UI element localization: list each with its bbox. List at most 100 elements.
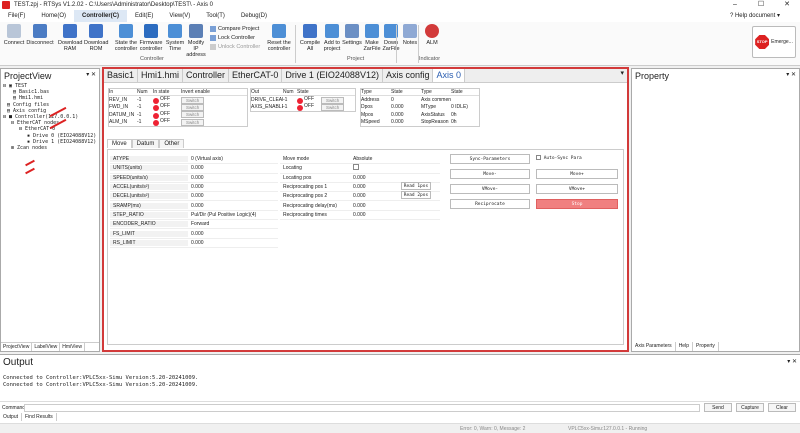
- switch-button[interactable]: Switch: [181, 96, 205, 104]
- read-2pos-button[interactable]: Read 2pos: [401, 191, 431, 199]
- menu-debug[interactable]: Debug(D): [233, 10, 275, 22]
- tab-property[interactable]: Property: [692, 342, 719, 351]
- tab-axis-parameters[interactable]: Axis Parameters: [632, 342, 676, 351]
- panel-pin-icon[interactable]: ▾ ✕: [787, 358, 797, 365]
- io-num[interactable]: -1: [283, 97, 297, 103]
- modify-ip-button[interactable]: Modify IP address: [185, 24, 207, 58]
- vmove-plus-button[interactable]: VMove+: [536, 184, 618, 194]
- command-label: Command:: [2, 405, 27, 411]
- system-time-button[interactable]: System Time: [163, 24, 187, 52]
- tab-labelview[interactable]: LabelView: [32, 343, 61, 351]
- auto-sync-checkbox[interactable]: Auto-Sync Para: [536, 155, 582, 161]
- move-mode-select[interactable]: Absolute: [350, 156, 372, 162]
- switch-button[interactable]: Switch: [181, 118, 205, 126]
- disconnect-button[interactable]: Disconnect: [26, 24, 54, 46]
- state-controller-button[interactable]: State the controller: [114, 24, 138, 52]
- tab-move[interactable]: Move: [107, 139, 132, 148]
- move-field-value[interactable]: 0.000: [350, 184, 366, 190]
- menu-home[interactable]: Home(O): [33, 10, 74, 22]
- move-minus-button[interactable]: Move-: [450, 169, 530, 179]
- read-1pos-button[interactable]: Read 1pos: [401, 182, 431, 190]
- move-plus-button[interactable]: Move+: [536, 169, 618, 179]
- tab-ethercat-0[interactable]: EtherCAT-0: [229, 69, 283, 82]
- tree-item-zcan-nodes[interactable]: ⊞ Zcan nodes: [3, 145, 96, 151]
- menu-controller[interactable]: Controller(C): [74, 10, 128, 22]
- param-value[interactable]: 0.000: [188, 193, 204, 199]
- maximize-icon[interactable]: ☐: [748, 0, 774, 10]
- locating-checkbox[interactable]: [350, 164, 359, 172]
- tab-controller[interactable]: Controller: [183, 69, 230, 82]
- firmware-button[interactable]: Firmware controller: [139, 24, 163, 52]
- chip-icon: [144, 24, 158, 38]
- tab-other[interactable]: Other: [159, 139, 185, 148]
- move-field-value[interactable]: 0.000: [350, 175, 366, 181]
- panel-pin-icon[interactable]: ▾ ✕: [86, 71, 96, 78]
- param-value[interactable]: 0.000: [188, 175, 204, 181]
- tab-datum[interactable]: Datum: [131, 139, 160, 148]
- compare-icon: [210, 26, 216, 32]
- menu-tool[interactable]: Tool(T): [198, 10, 233, 22]
- download-ram-button[interactable]: Download RAM: [58, 24, 82, 52]
- ram-icon: [63, 24, 77, 38]
- tab-drive-1[interactable]: Drive 1 (EIO24088V12): [282, 69, 383, 82]
- send-button[interactable]: Send: [704, 403, 732, 412]
- switch-button[interactable]: Switch: [321, 103, 345, 111]
- group-project-label: Project: [347, 56, 365, 62]
- io-num[interactable]: -1: [137, 112, 153, 118]
- tab-hmiview[interactable]: HmiView: [60, 343, 85, 351]
- compare-project-button[interactable]: Compare Project: [210, 26, 259, 32]
- stop-button[interactable]: Stop: [536, 199, 618, 209]
- move-field-value[interactable]: 0.000: [350, 203, 366, 209]
- menu-file[interactable]: File(F): [0, 10, 33, 22]
- compile-all-button[interactable]: Compile All: [298, 24, 322, 52]
- param-value[interactable]: 0.000: [188, 184, 204, 190]
- menu-edit[interactable]: Edit(E): [127, 10, 161, 22]
- connect-button[interactable]: Connect: [2, 24, 26, 46]
- emergency-stop-button[interactable]: STOP Emerge...: [752, 26, 796, 58]
- io-name: AXIS_ENABLE: [251, 104, 283, 111]
- minimize-icon[interactable]: –: [722, 0, 748, 10]
- tab-axis-config[interactable]: Axis config: [383, 69, 434, 82]
- tab-output[interactable]: Output: [0, 413, 23, 421]
- tab-hmi1[interactable]: Hmi1.hmi: [138, 69, 184, 82]
- io-num[interactable]: -1: [283, 104, 297, 110]
- move-field-value[interactable]: 0.000: [350, 193, 366, 199]
- menu-view[interactable]: View(V): [161, 10, 198, 22]
- tab-find-results[interactable]: Find Results: [22, 413, 57, 421]
- param-value[interactable]: 0.000: [188, 165, 204, 171]
- param-value[interactable]: Forward: [188, 221, 209, 227]
- io-num[interactable]: -1: [137, 119, 153, 125]
- reset-controller-button[interactable]: Reset the controller: [267, 24, 291, 52]
- lock-controller-button[interactable]: Lock Controller: [210, 35, 255, 41]
- tab-axis-0[interactable]: Axis 0: [433, 69, 465, 82]
- capture-button[interactable]: Capture: [736, 403, 764, 412]
- clear-button[interactable]: Clear: [768, 403, 796, 412]
- state-cell: 0.000: [391, 111, 404, 118]
- switch-button[interactable]: Switch: [181, 103, 205, 111]
- alarm-indicator[interactable]: ALM: [420, 24, 444, 46]
- unlock-controller-button[interactable]: Unlock Controller: [210, 44, 260, 50]
- command-input[interactable]: [24, 404, 700, 412]
- reciprocate-button[interactable]: Reciprocate: [450, 199, 530, 209]
- param-value[interactable]: Pul/Dir (Pul Positive Logic)(4): [188, 212, 256, 218]
- tab-basic1[interactable]: Basic1: [104, 69, 139, 82]
- param-value[interactable]: 0.000: [188, 240, 204, 246]
- move-field-name: Reciprocating pos 1: [283, 184, 328, 191]
- sync-parameters-button[interactable]: Sync-Parameters: [450, 154, 530, 164]
- param-value[interactable]: 0.000: [188, 203, 204, 209]
- io-num[interactable]: -1: [137, 104, 153, 110]
- tab-projectview[interactable]: ProjectView: [1, 343, 33, 351]
- io-num[interactable]: -1: [137, 97, 153, 103]
- close-icon[interactable]: ✕: [774, 0, 800, 10]
- param-value[interactable]: 0 (Virtual axis): [188, 156, 223, 162]
- download-rom-button[interactable]: Download ROM: [84, 24, 108, 52]
- vmove-minus-button[interactable]: VMove-: [450, 184, 530, 194]
- switch-button[interactable]: Switch: [181, 111, 205, 119]
- help-document-link[interactable]: ? Help document ▾: [730, 10, 780, 22]
- param-value[interactable]: 0.000: [188, 231, 204, 237]
- tab-help[interactable]: Help: [676, 342, 693, 351]
- switch-button[interactable]: Switch: [321, 96, 345, 104]
- move-field-value[interactable]: 0.000: [350, 212, 366, 218]
- tab-list-dropdown-icon[interactable]: ▾: [617, 69, 627, 82]
- panel-pin-icon[interactable]: ▾ ✕: [786, 71, 796, 78]
